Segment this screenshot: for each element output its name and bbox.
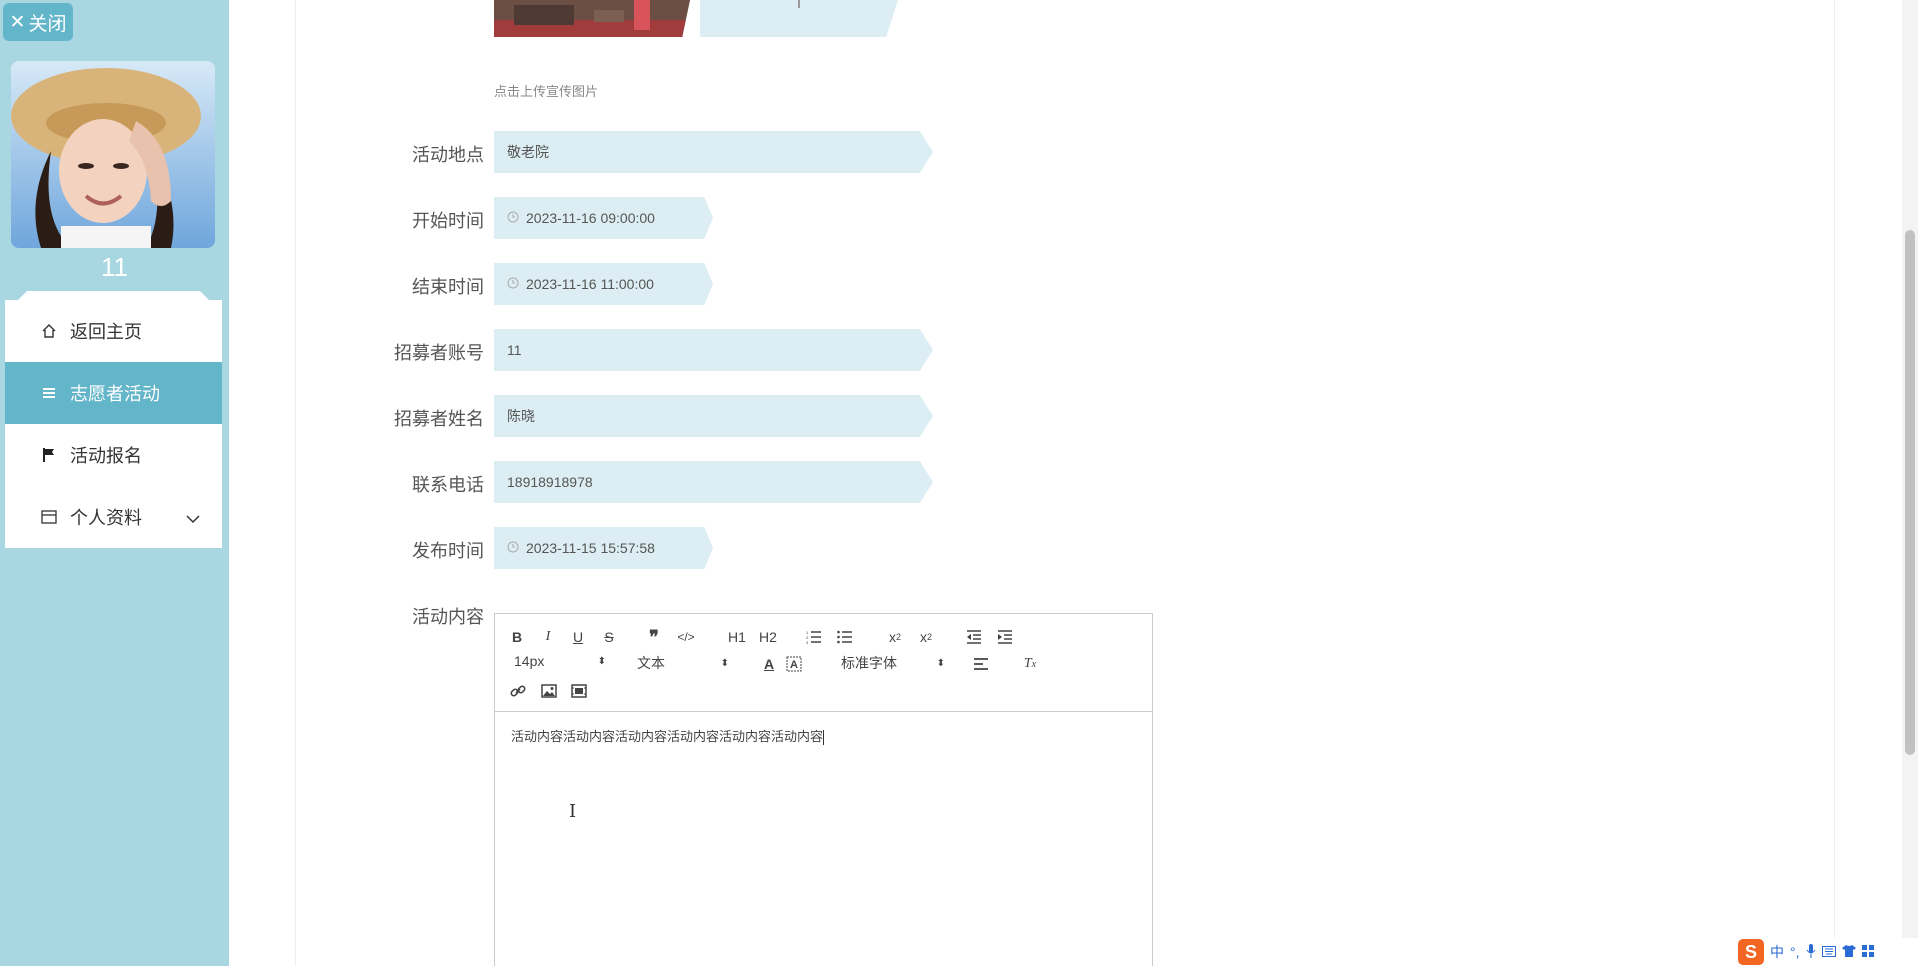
microphone-icon[interactable] [1806, 943, 1816, 961]
content-label: 活动内容 [412, 607, 484, 627]
font-size-select[interactable]: 14px ⬍ [514, 653, 606, 669]
image-icon[interactable] [540, 680, 558, 702]
heading2-label: H2 [759, 629, 777, 645]
avatar [11, 61, 215, 248]
select-arrows-icon: ⬍ [936, 657, 945, 669]
recruiter-account-label: 招募者账号 [394, 343, 484, 363]
svg-text:3: 3 [806, 640, 809, 644]
sidebar-item-label: 返回主页 [70, 322, 142, 342]
start-time-label: 开始时间 [412, 211, 484, 231]
location-label: 活动地点 [412, 145, 484, 165]
close-label: 关闭 [28, 13, 67, 35]
sidebar-item-profile[interactable]: 个人资料 [5, 486, 222, 548]
skin-icon[interactable] [1841, 944, 1856, 960]
superscript-button[interactable]: x2 [916, 626, 936, 648]
heading2-button[interactable]: H2 [757, 626, 779, 648]
strike-button[interactable]: S [601, 626, 617, 648]
content-text: 活动内容活动内容活动内容活动内容活动内容活动内容 [511, 729, 824, 744]
username: 11 [101, 252, 128, 282]
sidebar: ✕ 关闭 11 返回主页 志愿者活动 活动报名 个人资料 [0, 0, 229, 966]
upload-hint: 点击上传宣传图片 [494, 84, 599, 99]
background-color-icon[interactable]: A [785, 653, 803, 675]
select-arrows-icon: ⬍ [597, 655, 606, 667]
font-size-value: 14px [514, 653, 545, 669]
list-icon [40, 384, 58, 402]
start-time-value: 2023-11-16 09:00:00 [526, 210, 655, 226]
sidebar-item-label: 个人资料 [70, 508, 142, 528]
bullet-list-icon[interactable] [836, 626, 854, 648]
recruiter-name-field[interactable]: 陈晓 [494, 395, 933, 437]
blockquote-button[interactable]: ❞ [645, 626, 663, 648]
text-cursor-icon: I [569, 801, 577, 822]
video-icon[interactable] [570, 680, 588, 702]
outdent-icon[interactable] [965, 626, 983, 648]
publish-time-field[interactable]: 2023-11-15 15:57:58 [494, 527, 713, 569]
svg-text:A: A [790, 659, 798, 671]
paragraph-select[interactable]: 文本 ⬍ [637, 653, 729, 673]
publish-time-value: 2023-11-15 15:57:58 [526, 540, 655, 556]
editor-toolbar: B I U S ❞ </> H1 H2 123 x2 x2 14px ⬍ 文本 … [495, 614, 1152, 712]
card-icon [40, 508, 58, 526]
recruiter-account-field[interactable]: 11 [494, 329, 933, 371]
sogou-logo-icon[interactable]: S [1738, 939, 1764, 965]
end-time-value: 2023-11-16 11:00:00 [526, 276, 654, 292]
select-arrows-icon: ⬍ [720, 657, 729, 669]
font-family-select[interactable]: 标准字体 ⬍ [841, 653, 945, 673]
font-family-value: 标准字体 [841, 655, 897, 671]
phone-value: 18918918978 [507, 474, 593, 490]
font-color-button[interactable]: A [760, 653, 778, 675]
sidebar-item-label: 志愿者活动 [70, 384, 160, 404]
text-caret [823, 730, 825, 746]
grid-menu-icon[interactable] [1861, 944, 1874, 960]
location-field[interactable]: 敬老院 [494, 131, 933, 173]
bold-button[interactable]: B [509, 626, 525, 648]
chevron-down-icon [186, 508, 200, 529]
clock-icon [507, 540, 519, 556]
end-time-field[interactable]: 2023-11-16 11:00:00 [494, 263, 713, 305]
page-scrollbar[interactable] [1902, 0, 1918, 966]
phone-field[interactable]: 18918918978 [494, 461, 933, 503]
sidebar-item-activity-signup[interactable]: 活动报名 [5, 424, 222, 486]
keyboard-icon[interactable] [1821, 944, 1836, 960]
align-left-icon[interactable] [972, 653, 990, 675]
start-time-field[interactable]: 2023-11-16 09:00:00 [494, 197, 713, 239]
uploaded-promo-image[interactable] [494, 0, 690, 37]
close-icon: ✕ [9, 11, 26, 33]
sidebar-item-volunteer-activities[interactable]: 志愿者活动 [5, 362, 222, 424]
rich-text-editor: B I U S ❞ </> H1 H2 123 x2 x2 14px ⬍ 文本 … [494, 613, 1153, 966]
ordered-list-icon[interactable]: 123 [805, 626, 823, 648]
clear-format-button[interactable]: Tx [1021, 653, 1039, 675]
publish-time-label: 发布时间 [412, 541, 484, 561]
sidebar-item-home[interactable]: 返回主页 [5, 300, 222, 362]
close-button[interactable]: ✕ 关闭 [3, 3, 73, 41]
subscript-button[interactable]: x2 [885, 626, 905, 648]
home-icon [40, 322, 58, 340]
clock-icon [507, 210, 519, 226]
link-icon[interactable] [509, 680, 527, 702]
ime-toolbar: S 中 °, [1734, 938, 1918, 966]
sidebar-item-label: 活动报名 [70, 446, 142, 466]
clock-icon [507, 276, 519, 292]
plus-icon [798, 0, 800, 8]
punctuation-icon[interactable]: °, [1790, 944, 1800, 960]
scrollbar-thumb[interactable] [1905, 230, 1915, 755]
recruiter-account-value: 11 [507, 342, 522, 358]
heading1-button[interactable]: H1 [726, 626, 748, 648]
sidebar-menu: 返回主页 志愿者活动 活动报名 个人资料 [5, 300, 222, 548]
location-value: 敬老院 [507, 144, 549, 160]
recruiter-name-label: 招募者姓名 [394, 409, 484, 429]
indent-icon[interactable] [996, 626, 1014, 648]
editor-content[interactable]: 活动内容活动内容活动内容活动内容活动内容活动内容 [495, 712, 1152, 759]
recruiter-name-value: 陈晓 [507, 408, 535, 424]
end-time-label: 结束时间 [412, 277, 484, 297]
ime-mode[interactable]: 中 [1770, 942, 1784, 962]
paragraph-value: 文本 [637, 655, 665, 671]
heading1-label: H1 [728, 629, 746, 645]
italic-button[interactable]: I [540, 626, 556, 648]
phone-label: 联系电话 [412, 475, 484, 495]
flag-icon [40, 446, 58, 464]
code-block-button[interactable]: </> [676, 626, 696, 648]
underline-button[interactable]: U [570, 626, 586, 648]
